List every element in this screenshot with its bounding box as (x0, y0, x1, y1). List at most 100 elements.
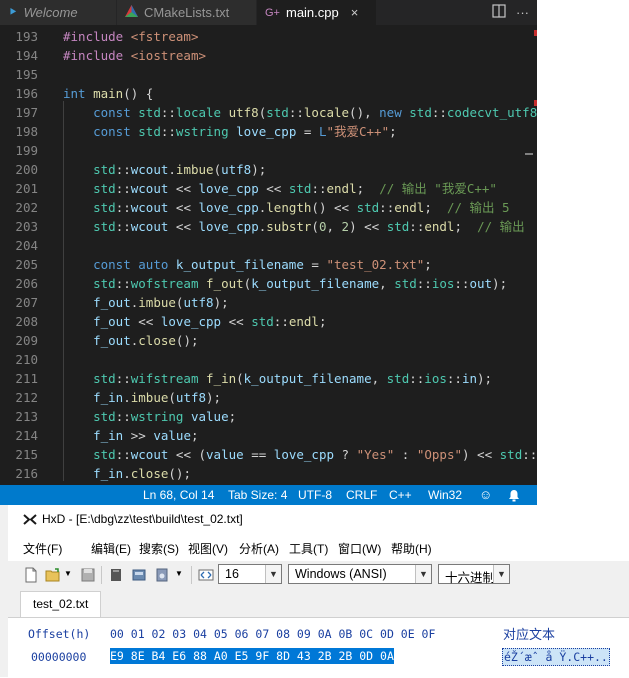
title-bar: HxD - [E:\dbg\zz\test\build\test_02.txt] (0, 505, 629, 533)
tab-main-cpp[interactable]: G+ main.cpp × (257, 0, 377, 25)
cpp-icon: G+ (265, 6, 280, 19)
vscode-icon: ⯈ (8, 5, 18, 19)
line-number: 204 (15, 238, 38, 253)
code-line: 216 f_in.close(); (0, 464, 537, 483)
charset-select[interactable]: Windows (ANSI) ▼ (288, 564, 432, 584)
line-number: 205 (15, 257, 38, 272)
column-header: 00 01 02 03 04 05 06 07 08 09 0A 0B 0C 0… (110, 627, 436, 641)
menu-tools[interactable]: 工具(T) (289, 540, 328, 557)
line-number: 194 (15, 48, 38, 63)
menu-file[interactable]: 文件(F) (23, 540, 62, 557)
menu-analysis[interactable]: 分析(A) (239, 540, 279, 557)
chevron-down-icon[interactable]: ▼ (175, 569, 183, 578)
decoded-text-selection[interactable]: éŽ´æˆ å Ÿ.C++.. (502, 648, 610, 666)
save-icon[interactable] (80, 567, 96, 583)
code-line: 204 (0, 236, 537, 255)
menu-help[interactable]: 帮助(H) (391, 540, 432, 557)
code-line: 198 const std::wstring love_cpp = L"我爱C+… (0, 122, 537, 141)
code-line: 203 std::wcout << love_cpp.substr(0, 2) … (0, 217, 537, 236)
editor-actions: ··· (492, 0, 529, 25)
code-line: 205 const auto k_output_filename = "test… (0, 255, 537, 274)
ram-icon[interactable] (131, 567, 147, 583)
tab-label: main.cpp (285, 5, 339, 20)
line-number: 207 (15, 295, 38, 310)
language-mode[interactable]: C++ (389, 485, 412, 505)
tab-welcome[interactable]: ⯈ Welcome (0, 0, 117, 25)
tab-label: CMakeLists.txt (144, 5, 230, 20)
vscode-window: ⯈ Welcome CMakeLists.txt G+ main.cpp × ·… (0, 0, 537, 505)
line-ending[interactable]: CRLF (346, 485, 377, 505)
code-line: 194 #include <iostream> (0, 46, 537, 65)
hex-view[interactable]: Offset(h) 00 01 02 03 04 05 06 07 08 09 … (0, 617, 629, 678)
display-mode-value: 十六进制 (445, 571, 496, 585)
display-mode-select[interactable]: 十六进制 ▼ (438, 564, 510, 585)
bytes-per-row-select[interactable]: 16 ▼ (218, 564, 282, 584)
code-line: 207 f_out.imbue(utf8); (0, 293, 537, 312)
code-line: 196 int main() { (0, 84, 537, 103)
menu-bar: 文件(F) 编辑(E) 搜索(S) 视图(V) 分析(A) 工具(T) 窗口(W… (0, 533, 629, 561)
line-number: 196 (15, 86, 38, 101)
line-number: 212 (15, 390, 38, 405)
platform[interactable]: Win32 (428, 485, 462, 505)
background-window-edge (0, 505, 8, 677)
line-number: 203 (15, 219, 38, 234)
open-file-icon[interactable] (45, 567, 61, 583)
close-icon[interactable]: × (351, 5, 359, 20)
overview-marker (525, 153, 533, 155)
bytes-per-row-value: 16 (225, 567, 239, 581)
file-tab[interactable]: test_02.txt (20, 591, 102, 617)
code-editor[interactable]: 193 #include <fstream> 194 #include <iostr… (0, 25, 537, 485)
hxd-logo-icon (23, 513, 37, 526)
hex-bytes-selection[interactable]: E9 8E B4 E6 88 A0 E5 9F 8D 43 2B 2B 0D 0… (110, 648, 394, 664)
toolbar-separator (191, 566, 192, 584)
feedback-icon[interactable]: ☺ (479, 485, 492, 505)
menu-window[interactable]: 窗口(W) (338, 540, 381, 557)
code-line: 197 const std::locale utf8(std::locale()… (0, 103, 537, 122)
editor-tab-bar: ⯈ Welcome CMakeLists.txt G+ main.cpp × ·… (0, 0, 537, 25)
cmake-icon (125, 5, 138, 20)
chevron-down-icon: ▼ (415, 565, 431, 583)
code-line: 202 std::wcout << love_cpp.length() << s… (0, 198, 537, 217)
chevron-down-icon: ▼ (265, 565, 281, 583)
status-bar: Ln 68, Col 14 Tab Size: 4 UTF-8 CRLF C++… (0, 485, 537, 505)
bytes-per-row-icon (198, 569, 214, 581)
split-editor-icon[interactable] (492, 4, 506, 21)
encoding[interactable]: UTF-8 (298, 485, 332, 505)
bell-icon[interactable] (508, 485, 520, 505)
code-line: 213 std::wstring value; (0, 407, 537, 426)
menu-search[interactable]: 搜索(S) (139, 540, 179, 557)
line-number: 211 (15, 371, 38, 386)
cursor-position[interactable]: Ln 68, Col 14 (143, 485, 214, 505)
tab-label: Welcome (23, 5, 78, 20)
code-line: 195 (0, 65, 537, 84)
code-line: 215 std::wcout << (value == love_cpp ? "… (0, 445, 537, 464)
chevron-down-icon[interactable]: ▼ (64, 569, 72, 578)
new-file-icon[interactable] (23, 567, 39, 583)
file-tab-bar: test_02.txt (0, 591, 629, 617)
toolbar-separator (101, 566, 102, 584)
code-line: 193 #include <fstream> (0, 27, 537, 46)
menu-view[interactable]: 视图(V) (188, 540, 228, 557)
line-number: 209 (15, 333, 38, 348)
line-number: 197 (15, 105, 38, 120)
code-line: 209 f_out.close(); (0, 331, 537, 350)
overview-error-marker (534, 30, 537, 36)
more-actions-icon[interactable]: ··· (516, 5, 529, 20)
line-number: 216 (15, 466, 38, 481)
code-line: 201 std::wcout << love_cpp << std::endl;… (0, 179, 537, 198)
text-column-header: 对应文本 (503, 627, 556, 642)
code-line: 200 std::wcout.imbue(utf8); (0, 160, 537, 179)
code-line: 210 (0, 350, 537, 369)
disk-image-icon[interactable] (154, 567, 170, 583)
offset-header: Offset(h) (28, 627, 91, 641)
line-number: 195 (15, 67, 38, 82)
window-title: HxD - [E:\dbg\zz\test\build\test_02.txt] (42, 512, 243, 526)
disk-icon[interactable] (108, 567, 124, 583)
tab-size[interactable]: Tab Size: 4 (228, 485, 287, 505)
charset-value: Windows (ANSI) (295, 567, 387, 581)
tab-cmakelists[interactable]: CMakeLists.txt (117, 0, 257, 25)
line-number: 200 (15, 162, 38, 177)
line-number: 208 (15, 314, 38, 329)
menu-edit[interactable]: 编辑(E) (91, 540, 131, 557)
toolbar: ▼ ▼ 16 ▼ Windows (ANSI) ▼ 十六进制 ▼ (0, 561, 629, 589)
